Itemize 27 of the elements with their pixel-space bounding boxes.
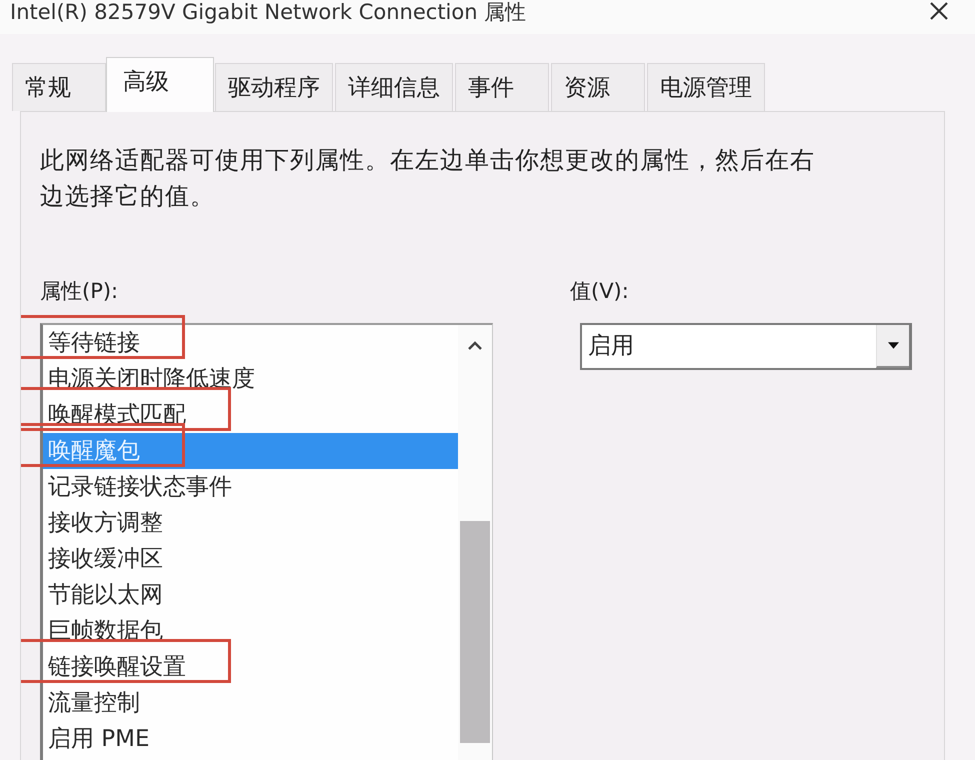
tab[interactable]: 事件 [455, 63, 549, 111]
close-icon[interactable] [929, 1, 949, 21]
tab[interactable]: 详细信息 [335, 63, 453, 111]
property-item[interactable]: 流量控制 [43, 685, 458, 721]
tab[interactable]: 驱动程序 [215, 63, 333, 111]
tab[interactable]: 常规 [12, 63, 106, 111]
property-item[interactable]: 等待链接 [43, 325, 458, 361]
property-item[interactable]: 节能以太网 [43, 577, 458, 613]
caret-icon [888, 342, 898, 349]
scroll-up-icon[interactable] [467, 341, 483, 351]
description-text: 此网络适配器可使用下列属性。在左边单击你想更改的属性，然后在右边选择它的值。 [40, 145, 816, 212]
tab[interactable]: 电源管理 [647, 63, 765, 111]
window-title: Intel(R) 82579V Gigabit Network Connection 属性 [10, 0, 526, 24]
property-item[interactable]: 接收缓冲区 [43, 541, 458, 577]
value-dropdown[interactable]: 启用 [580, 323, 912, 370]
tab[interactable]: 高级 [106, 57, 214, 112]
property-item[interactable]: 链接唤醒设置 [43, 649, 458, 685]
dropdown-button[interactable] [876, 325, 909, 368]
property-item[interactable]: 记录链接状态事件 [43, 469, 458, 505]
scrollbar[interactable] [458, 325, 492, 760]
dropdown-value: 启用 [587, 332, 635, 361]
property-label: 属性(P): [40, 278, 120, 305]
property-item[interactable]: 接收方调整 [43, 505, 458, 541]
scrollbar-thumb[interactable] [460, 521, 490, 743]
property-item[interactable]: 启用 PME [43, 721, 458, 757]
value-label: 值(V): [570, 278, 630, 305]
tab[interactable]: 资源 [551, 63, 645, 111]
